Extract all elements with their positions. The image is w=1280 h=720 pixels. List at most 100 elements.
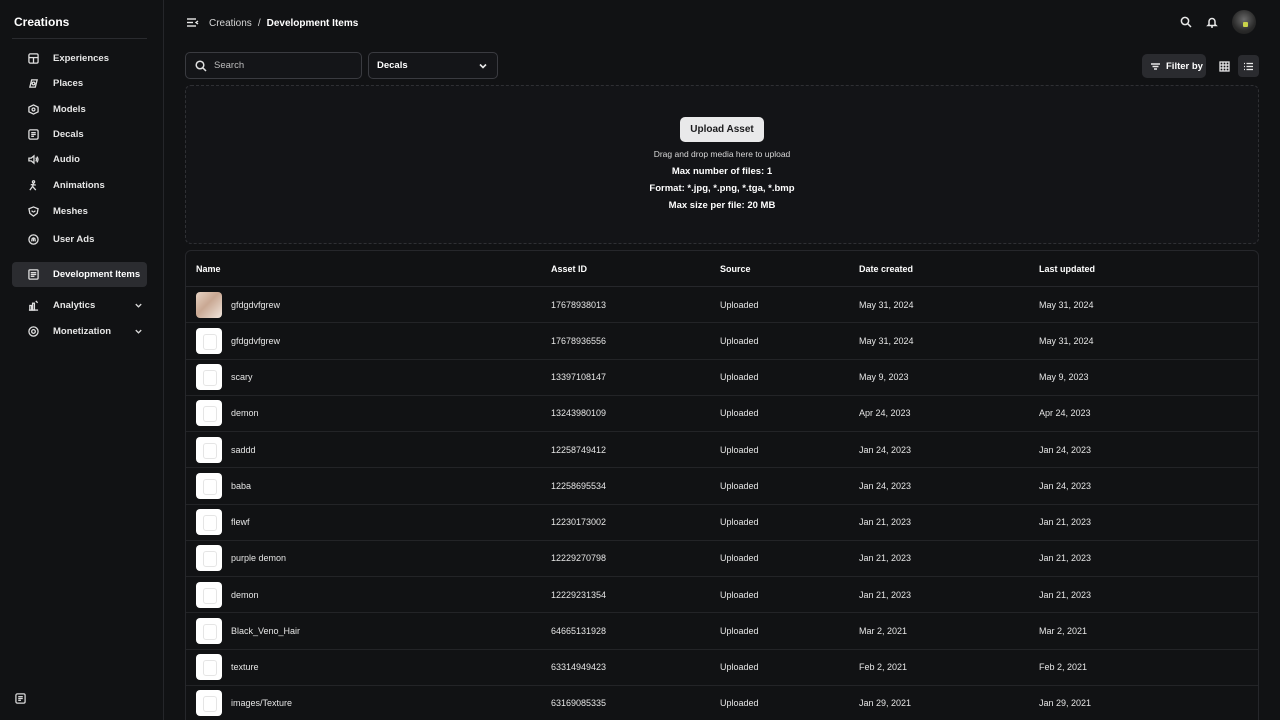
asset-type-select[interactable]: Decals — [368, 52, 498, 79]
decals-icon — [27, 129, 39, 141]
sidebar-item-experiences[interactable]: Experiences — [12, 46, 147, 71]
chevron-down-icon — [134, 327, 143, 336]
column-header-source[interactable]: Source — [720, 264, 751, 274]
asset-source: Uploaded — [720, 589, 759, 600]
filter-by-button[interactable]: Filter by — [1142, 54, 1206, 78]
sidebar-item-models[interactable]: Models — [12, 97, 147, 122]
table-row[interactable]: demon 12229231354 Uploaded Jan 21, 2023 Jan … — [186, 577, 1258, 614]
dropzone-hint: Drag and drop media here to upload — [653, 149, 791, 159]
asset-name-cell: scary — [196, 364, 253, 391]
asset-name[interactable]: saddd — [231, 445, 256, 455]
asset-name[interactable]: flewf — [231, 517, 250, 527]
table-row[interactable]: gfdgdvfgrew 17678936556 Uploaded May 31, 20… — [186, 323, 1258, 360]
search-icon[interactable] — [1180, 16, 1192, 28]
asset-source: Uploaded — [720, 698, 759, 709]
user-avatar[interactable] — [1232, 10, 1256, 34]
breadcrumb-creations-link[interactable]: Creations — [209, 18, 252, 29]
table-row[interactable]: gfdgdvfgrew 17678938013 Uploaded May 31, 20… — [186, 287, 1258, 324]
asset-name-cell: purple demon — [196, 545, 286, 572]
table-row[interactable]: scary 13397108147 Uploaded May 9, 2023 May 9… — [186, 360, 1258, 396]
asset-id: 17678938013 — [551, 299, 607, 310]
notification-bell-icon[interactable] — [1206, 16, 1218, 28]
asset-name[interactable]: gfdgdvfgrew — [231, 300, 280, 310]
asset-source: Uploaded — [720, 480, 759, 491]
sidebar-item-analytics[interactable]: Analytics — [12, 293, 147, 318]
column-header-last-updated[interactable]: Last updated — [1039, 264, 1095, 274]
table-row[interactable]: saddd 12258749412 Uploaded Jan 24, 2023 Jan … — [186, 432, 1258, 469]
asset-id: 12230173002 — [551, 517, 607, 528]
asset-id: 12258749412 — [551, 444, 607, 455]
asset-name[interactable]: gfdgdvfgrew — [231, 336, 280, 346]
sidebar-item-label: Models — [53, 103, 86, 115]
asset-name-cell: gfdgdvfgrew — [196, 327, 280, 354]
topbar: Creations / Development Items — [164, 0, 1280, 44]
asset-date-created: Jan 29, 2021 — [859, 698, 912, 709]
asset-thumbnail — [196, 364, 222, 391]
monetization-icon — [27, 325, 39, 337]
animations-icon — [27, 179, 39, 191]
sidebar-item-user-ads[interactable]: User Ads — [12, 226, 147, 254]
asset-thumbnail — [196, 617, 222, 644]
grid-view-button[interactable] — [1214, 55, 1235, 77]
list-icon — [1244, 62, 1253, 70]
sidebar-item-animations[interactable]: Animations — [12, 172, 147, 197]
max-files-text: Max number of files: 1 — [671, 166, 773, 177]
asset-name-cell: texture — [196, 654, 259, 681]
sidebar-item-places[interactable]: Places — [12, 71, 147, 96]
asset-last-updated: Jan 21, 2023 — [1039, 553, 1092, 564]
asset-name-cell: demon — [196, 400, 259, 427]
sidebar-item-meshes[interactable]: Meshes — [12, 198, 147, 226]
chevron-down-icon — [134, 301, 143, 310]
search-field[interactable] — [185, 52, 362, 79]
collapse-sidebar-icon[interactable] — [15, 691, 27, 704]
asset-name[interactable]: demon — [231, 590, 259, 600]
asset-name[interactable]: Black_Veno_Hair — [231, 626, 300, 636]
asset-name[interactable]: scary — [231, 372, 253, 382]
column-header-date-created[interactable]: Date created — [859, 264, 913, 274]
column-header-asset-id[interactable]: Asset ID — [551, 264, 587, 274]
search-input[interactable] — [214, 60, 354, 71]
asset-date-created: Jan 21, 2023 — [859, 589, 912, 600]
asset-name[interactable]: demon — [231, 408, 259, 418]
models-icon — [27, 103, 39, 115]
table-row[interactable]: purple demon 12229270798 Uploaded Jan 21, 2… — [186, 541, 1258, 577]
asset-id: 64665131928 — [551, 625, 607, 636]
asset-source: Uploaded — [720, 335, 759, 346]
column-header-name[interactable]: Name — [196, 264, 221, 274]
asset-id: 63314949423 — [551, 662, 607, 673]
analytics-icon — [27, 300, 39, 312]
table-row[interactable]: baba 12258695534 Uploaded Jan 24, 2023 Jan 2… — [186, 468, 1258, 505]
table-row[interactable]: demon 13243980109 Uploaded Apr 24, 2023 Apr … — [186, 396, 1258, 432]
sidebar-item-audio[interactable]: Audio — [12, 147, 147, 172]
sidebar-item-label: Analytics — [53, 300, 96, 312]
asset-thumbnail — [196, 581, 222, 608]
table-row[interactable]: Black_Veno_Hair 64665131928 Uploaded Mar 2,… — [186, 613, 1258, 650]
sidebar-item-monetization[interactable]: Monetization — [12, 318, 147, 343]
sidebar-item-development-items[interactable]: Development Items — [12, 261, 147, 288]
sidebar-item-decals[interactable]: Decals — [12, 122, 147, 147]
asset-thumbnail — [196, 400, 222, 427]
asset-name[interactable]: purple demon — [231, 553, 286, 563]
experiences-icon — [27, 53, 39, 65]
list-view-button[interactable] — [1238, 55, 1259, 77]
asset-name[interactable]: texture — [231, 662, 259, 672]
sidebar-nav: Experiences Places Models Decals Audio Animat… — [0, 46, 163, 344]
breadcrumb-current: Development Items — [266, 18, 359, 29]
table-row[interactable]: texture 63314949423 Uploaded Feb 2, 2021 Feb… — [186, 650, 1258, 686]
asset-thumbnail — [196, 327, 222, 354]
asset-name[interactable]: images/Texture — [231, 698, 292, 708]
table-row[interactable]: flewf 12230173002 Uploaded Jan 21, 2023 Jan … — [186, 505, 1258, 541]
asset-date-created: Jan 21, 2023 — [859, 553, 912, 564]
asset-source: Uploaded — [720, 517, 759, 528]
menu-toggle-icon[interactable] — [186, 16, 199, 29]
upload-asset-button[interactable]: Upload Asset — [680, 117, 764, 142]
grid-icon — [1219, 60, 1230, 72]
asset-name-cell: saddd — [196, 436, 256, 463]
meshes-icon — [27, 206, 39, 218]
asset-date-created: Jan 24, 2023 — [859, 444, 912, 455]
upload-dropzone[interactable]: Upload Asset Drag and drop media here to… — [185, 85, 1259, 244]
sidebar-item-label: Decals — [53, 129, 84, 141]
table-row[interactable]: images/Texture 63169085335 Uploaded Jan 29,… — [186, 686, 1258, 720]
asset-name-cell: images/Texture — [196, 690, 292, 717]
asset-name[interactable]: baba — [231, 481, 251, 491]
